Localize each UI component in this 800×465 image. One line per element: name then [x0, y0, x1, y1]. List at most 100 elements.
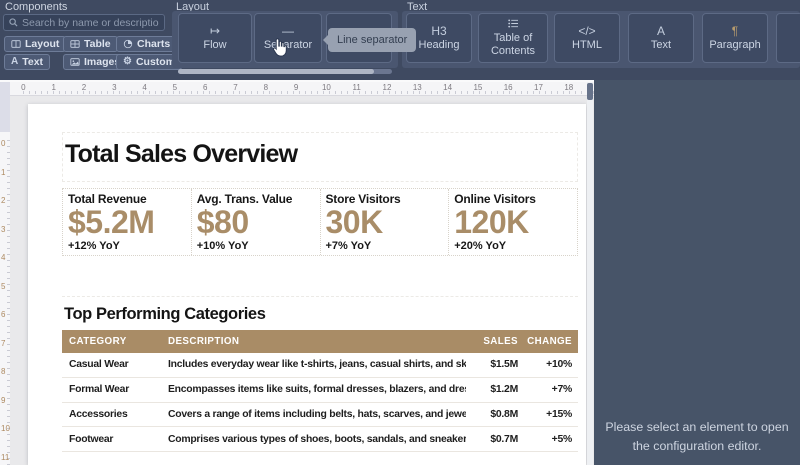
- components-title: Components: [5, 1, 68, 13]
- table-row[interactable]: Formal Wear Encompasses items like suits…: [62, 378, 578, 403]
- table-icon: [70, 39, 80, 49]
- components-panel: Components Layout Table Charts A Text: [0, 0, 183, 80]
- ruler-number: 6: [202, 83, 208, 92]
- cell-category: Accessories: [69, 408, 128, 420]
- kpi-change: +7% YoY: [325, 239, 372, 252]
- component-button-label: Images: [84, 56, 121, 68]
- hand-cursor-icon: [271, 37, 289, 62]
- toolbar-item-html[interactable]: </> HTML: [554, 13, 620, 63]
- ruler-number: 3: [112, 83, 117, 92]
- tooltip: Line separator: [322, 28, 417, 52]
- table-row[interactable]: Casual Wear Includes everyday wear like …: [62, 353, 578, 378]
- ruler-number: 3: [1, 224, 6, 234]
- kpi-cell[interactable]: Total Revenue $5.2M +12% YoY: [63, 189, 191, 255]
- toolbar-item-flow[interactable]: ↦ Flow: [178, 13, 252, 63]
- component-button-table[interactable]: Table: [63, 36, 118, 52]
- component-search[interactable]: [3, 14, 165, 31]
- scrollbar-thumb[interactable]: [587, 83, 593, 100]
- v-ruler-segment: [0, 96, 10, 132]
- ruler-number: 7: [233, 83, 238, 92]
- ruler-number: 9: [1, 395, 6, 405]
- ruler-number: 5: [1, 281, 6, 291]
- cell-category: Casual Wear: [69, 359, 129, 371]
- h-ruler: 0 1 2 3 4 5 6 7 8 9 10 11 12 13 14 15 16 17 18: [10, 82, 594, 96]
- toolbar-item-label: HTML: [572, 38, 602, 51]
- component-button-label: Custom: [135, 56, 176, 68]
- layout-section-scrollbar[interactable]: [178, 69, 392, 74]
- cell-description: Comprises various types of shoes, boots,…: [168, 433, 466, 445]
- paragraph-icon: ¶: [731, 23, 739, 38]
- component-button-label: Table: [84, 38, 111, 50]
- cell-change: +10%: [546, 359, 572, 371]
- toolbar-item-text[interactable]: A Text: [628, 13, 694, 63]
- canvas-vertical-scrollbar[interactable]: [587, 82, 593, 465]
- ruler-corner: [0, 82, 10, 96]
- cell-sales: $1.5M: [490, 359, 518, 371]
- inspector-message: Please select an element to open the con…: [605, 420, 789, 454]
- component-button-label: Layout: [25, 38, 60, 50]
- kpi-change: +10% YoY: [196, 239, 249, 252]
- ruler-number: 0: [1, 139, 6, 148]
- ruler-number: 18: [564, 83, 574, 92]
- layout-icon: [11, 39, 21, 49]
- ruler-number: 11: [352, 83, 361, 92]
- ruler-number: 17: [534, 83, 543, 92]
- kpi-cell[interactable]: Store Visitors 30K +7% YoY: [319, 189, 449, 255]
- categories-heading-block[interactable]: Top Performing Categories: [62, 296, 578, 330]
- kpi-change: +20% YoY: [454, 239, 507, 252]
- ruler-number: 2: [81, 83, 87, 92]
- ruler-number: 9: [293, 83, 299, 92]
- component-button-label: Charts: [137, 38, 171, 50]
- table-row[interactable]: Accessories Covers a range of items incl…: [62, 403, 578, 428]
- ruler-number: 2: [1, 196, 6, 205]
- search-input[interactable]: [22, 16, 159, 29]
- kpi-block[interactable]: Total Revenue $5.2M +12% YoY Avg. Trans.…: [62, 188, 578, 256]
- table-row[interactable]: Footwear Comprises various types of shoe…: [62, 427, 578, 453]
- ruler-number: 14: [443, 83, 453, 92]
- kpi-cell[interactable]: Online Visitors 120K +20% YoY: [448, 189, 577, 255]
- ruler-number: 12: [382, 83, 392, 92]
- ruler-number: 1: [1, 167, 6, 177]
- toolbar-item-label: Flow: [203, 38, 227, 51]
- component-button-layout[interactable]: Layout: [4, 36, 67, 52]
- scrollbar-thumb[interactable]: [178, 69, 374, 74]
- categories-table[interactable]: CATEGORY DESCRIPTION SALES CHANGE Casual…: [62, 330, 578, 453]
- toolbar-item-table-of-contents[interactable]: Table of Contents: [478, 13, 548, 63]
- cell-sales: $0.7M: [490, 433, 518, 445]
- ruler-number: 8: [263, 83, 269, 92]
- config-inspector-panel: Please select an element to open the con…: [594, 80, 800, 465]
- component-button-charts[interactable]: Charts: [116, 36, 178, 52]
- toolbar-item-partial[interactable]: [776, 13, 800, 63]
- column-header: CATEGORY: [69, 336, 127, 347]
- toolbar-item-paragraph[interactable]: ¶ Paragraph: [702, 13, 768, 63]
- toolbar: Components Layout Table Charts A Text: [0, 0, 800, 80]
- cell-category: Footwear: [69, 433, 114, 445]
- kpi-cell[interactable]: Avg. Trans. Value $80 +10% YoY: [190, 189, 320, 255]
- ruler-number: 4: [142, 83, 147, 92]
- kpi-value: 120K: [454, 204, 529, 240]
- ruler-number: 10: [321, 83, 331, 92]
- column-header: DESCRIPTION: [168, 336, 240, 347]
- kpi-value: $80: [196, 204, 249, 240]
- heading-icon: H3: [431, 23, 447, 38]
- categories-title: Top Performing Categories: [64, 305, 266, 323]
- document-title: Total Sales Overview: [65, 140, 298, 168]
- component-button-label: Text: [22, 56, 44, 68]
- search-icon: [9, 18, 18, 27]
- kpi-value: $5.2M: [68, 204, 155, 240]
- editor-canvas: 0 1 2 3 4 5 6 7 8 9 10 11 12 13 14 15 16 17 18 01234567891…: [0, 80, 594, 465]
- text-section-card: H3 Heading Table of Contents </> HTML A …: [402, 11, 800, 68]
- ruler-number: 1: [51, 83, 56, 92]
- heading-block[interactable]: Total Sales Overview: [62, 132, 578, 182]
- toolbar-item-label: Paragraph: [709, 38, 761, 51]
- ruler-number: 15: [473, 83, 483, 92]
- flow-icon: ↦: [209, 23, 221, 38]
- cell-change: +5%: [551, 433, 573, 445]
- separator-icon: —: [282, 23, 294, 38]
- document-page: Total Sales Overview Total Revenue $5.2M…: [28, 104, 586, 465]
- ruler-number: 4: [1, 253, 6, 262]
- text-icon: A: [656, 23, 665, 38]
- component-button-text[interactable]: A Text: [4, 54, 51, 70]
- list-icon: [507, 18, 519, 30]
- ruler-number: 11: [1, 452, 10, 462]
